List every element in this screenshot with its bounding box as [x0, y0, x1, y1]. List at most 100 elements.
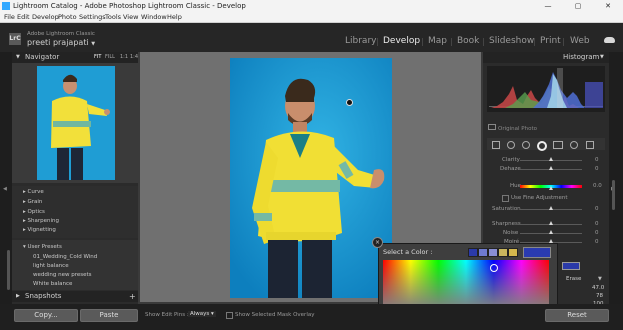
- navigator-thumbnail[interactable]: [37, 66, 115, 180]
- title-bar: Lightroom Catalog - Adobe Photoshop Ligh…: [0, 0, 623, 12]
- zoom-1-4[interactable]: 1:4: [130, 52, 138, 63]
- preset-item[interactable]: White balance: [33, 281, 72, 287]
- color-swatch[interactable]: [498, 248, 508, 257]
- module-map[interactable]: Map: [428, 36, 447, 46]
- section-vignetting[interactable]: ▸ Vignetting: [23, 227, 56, 233]
- user-name: preeti prajapati: [27, 38, 89, 47]
- collapse-left-icon[interactable]: ◀: [3, 186, 7, 192]
- minimize-button[interactable]: —: [538, 0, 558, 12]
- snapshots-header[interactable]: ▶ Snapshots +: [12, 291, 138, 302]
- module-separator: |: [376, 37, 379, 46]
- snapshots-title: Snapshots: [25, 292, 62, 300]
- module-book[interactable]: Book: [457, 36, 479, 46]
- module-library[interactable]: Library: [345, 36, 376, 46]
- navigator-title: Navigator: [25, 53, 60, 61]
- main-photo[interactable]: [230, 58, 392, 298]
- module-print[interactable]: Print: [540, 36, 561, 46]
- zoom-1-1[interactable]: 1:1: [120, 52, 128, 63]
- copy-button[interactable]: Copy...: [14, 309, 78, 322]
- close-button[interactable]: ✕: [598, 0, 618, 12]
- color-spectrum[interactable]: [383, 260, 549, 308]
- brush-size-value[interactable]: 47.0: [592, 285, 604, 291]
- spot-removal-icon[interactable]: [507, 141, 515, 149]
- histogram-header[interactable]: Histogram ▼: [483, 52, 609, 63]
- module-web[interactable]: Web: [570, 36, 590, 46]
- brush-feather-value[interactable]: 78: [596, 293, 603, 299]
- lrc-logo: LrC: [9, 33, 21, 45]
- slider-value[interactable]: 0: [595, 230, 599, 236]
- slider-thumb[interactable]: [549, 206, 553, 210]
- slider-thumb[interactable]: [549, 157, 553, 161]
- radial-filter-icon[interactable]: [570, 141, 578, 149]
- masking-icon[interactable]: [537, 141, 547, 151]
- paste-button[interactable]: Paste: [80, 309, 138, 322]
- menu-help[interactable]: Help: [167, 12, 182, 22]
- red-eye-icon[interactable]: [522, 141, 530, 149]
- show-mask-overlay-checkbox[interactable]: [226, 312, 233, 319]
- slider-thumb[interactable]: [549, 166, 553, 170]
- image-icon: [488, 124, 496, 130]
- slider-thumb[interactable]: [549, 221, 553, 225]
- slider-value[interactable]: 0: [595, 206, 599, 212]
- color-swatch[interactable]: [508, 248, 518, 257]
- current-color-swatch[interactable]: [523, 247, 551, 258]
- color-picker-title: Select a Color :: [383, 248, 433, 256]
- section-sharpening[interactable]: ▸ Sharpening: [23, 218, 59, 224]
- module-separator: |: [450, 37, 453, 46]
- section-curve[interactable]: ▸ Curve: [23, 189, 44, 195]
- slider-value[interactable]: 0: [595, 157, 599, 163]
- slider-thumb[interactable]: [549, 230, 553, 234]
- user-presets-folder[interactable]: ▾ User Presets: [23, 244, 62, 250]
- edit-pins-dropdown[interactable]: Always ▾: [188, 311, 216, 317]
- slider-value[interactable]: 0: [595, 221, 599, 227]
- reset-button[interactable]: Reset: [545, 309, 609, 322]
- menu-photo[interactable]: Photo: [58, 12, 77, 22]
- histogram-chart[interactable]: [487, 66, 605, 112]
- erase-label[interactable]: Erase: [566, 276, 581, 282]
- original-photo-label: Original Photo: [488, 124, 537, 132]
- section-grain[interactable]: ▸ Grain: [23, 199, 42, 205]
- menu-window[interactable]: Window: [141, 12, 167, 22]
- identity-user[interactable]: preeti prajapati ▼: [27, 38, 95, 47]
- cloud-icon[interactable]: [604, 37, 615, 43]
- maximize-button[interactable]: ▢: [568, 0, 588, 12]
- zoom-fit[interactable]: FIT: [94, 52, 101, 63]
- triangle-down-icon[interactable]: ▼: [598, 276, 602, 282]
- color-swatch[interactable]: [468, 248, 478, 257]
- graduated-filter-icon[interactable]: [553, 141, 563, 149]
- preset-item[interactable]: light balance: [33, 263, 69, 269]
- menu-view[interactable]: View: [123, 12, 138, 22]
- section-optics[interactable]: ▸ Optics: [23, 209, 45, 215]
- module-slideshow[interactable]: Slideshow: [489, 36, 534, 46]
- menu-settings[interactable]: Settings: [79, 12, 106, 22]
- menu-develop[interactable]: Develop: [32, 12, 59, 22]
- zoom-fill[interactable]: FILL: [105, 52, 115, 63]
- module-separator: |: [562, 37, 565, 46]
- adjustment-brush-icon[interactable]: [586, 141, 594, 149]
- fine-adjustment-checkbox[interactable]: [502, 195, 509, 202]
- module-develop[interactable]: Develop: [383, 36, 420, 46]
- color-swatch[interactable]: [488, 248, 498, 257]
- slider-value[interactable]: 0.0: [593, 183, 602, 189]
- module-separator: |: [533, 37, 536, 46]
- preset-item[interactable]: wedding new presets: [33, 272, 92, 278]
- slider-value[interactable]: 0: [595, 239, 599, 245]
- mask-pin-icon[interactable]: [346, 99, 353, 106]
- navigator-header[interactable]: ▼ Navigator FIT FILL 1:1 1:4: [12, 52, 138, 63]
- crop-tool-icon[interactable]: [492, 141, 500, 149]
- left-panel-scrollbar[interactable]: [7, 250, 10, 290]
- slider-value[interactable]: 0: [595, 166, 599, 172]
- man-yellow-jacket-thumb: [37, 66, 115, 180]
- color-picker-cursor[interactable]: [490, 264, 498, 272]
- mask-color-swatch[interactable]: [562, 262, 580, 270]
- right-panel-scrollbar[interactable]: [612, 180, 615, 210]
- color-swatch[interactable]: [478, 248, 488, 257]
- close-icon[interactable]: ×: [372, 237, 383, 248]
- man-yellow-jacket-photo: [230, 58, 392, 298]
- menu-file[interactable]: File: [4, 12, 15, 22]
- add-snapshot-button[interactable]: +: [129, 291, 136, 302]
- menu-tools[interactable]: Tools: [105, 12, 121, 22]
- preset-item[interactable]: 01_Wedding_Cold Wind: [33, 254, 97, 260]
- slider-thumb[interactable]: [549, 186, 553, 190]
- menu-edit[interactable]: Edit: [17, 12, 30, 22]
